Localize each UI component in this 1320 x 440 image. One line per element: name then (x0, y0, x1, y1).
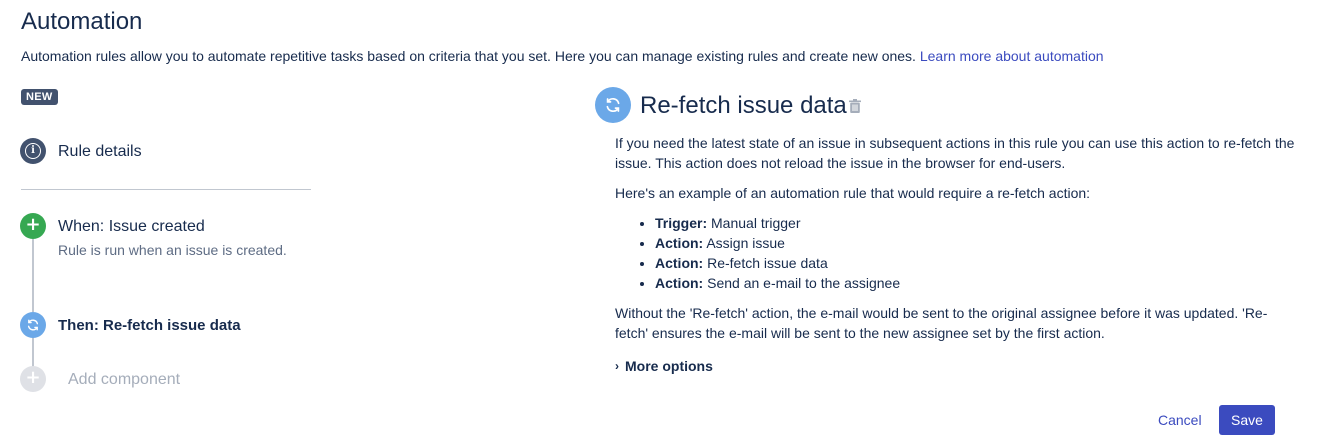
detail-description: If you need the latest state of an issue… (615, 133, 1295, 353)
list-item: Trigger: Manual trigger (655, 213, 1295, 233)
step-connector (32, 239, 34, 312)
detail-title: Re-fetch issue data (640, 92, 847, 119)
save-button[interactable]: Save (1219, 405, 1275, 435)
cancel-button[interactable]: Cancel (1148, 405, 1212, 435)
description-paragraph: If you need the latest state of an issue… (615, 135, 1295, 171)
list-item: Action: Assign issue (655, 233, 1295, 253)
trash-icon[interactable] (849, 99, 861, 113)
rule-details-step[interactable]: Rule details (58, 143, 142, 161)
description-paragraph: Here's an example of an automation rule … (615, 185, 1091, 201)
list-item: Action: Re-fetch issue data (655, 253, 1295, 273)
chevron-right-icon: › (615, 359, 619, 373)
learn-more-link[interactable]: Learn more about automation (920, 48, 1104, 64)
refresh-icon[interactable] (20, 312, 46, 338)
more-options-toggle[interactable]: › More options (615, 358, 713, 374)
description-paragraph: Without the 'Re-fetch' action, the e-mai… (615, 305, 1268, 341)
intro-text: Automation rules allow you to automate r… (21, 48, 1104, 64)
list-item: Action: Send an e-mail to the assignee (655, 273, 1295, 293)
info-icon[interactable]: i (20, 138, 46, 164)
intro-description: Automation rules allow you to automate r… (21, 48, 920, 64)
when-step-label[interactable]: When: Issue created (58, 218, 205, 236)
add-component-button[interactable]: Add component (68, 371, 180, 389)
refresh-icon (595, 87, 631, 123)
divider (21, 189, 311, 190)
more-options-label: More options (625, 358, 713, 374)
plus-icon[interactable]: + (20, 366, 46, 392)
plus-icon[interactable]: + (20, 213, 46, 239)
example-list: Trigger: Manual trigger Action: Assign i… (655, 213, 1295, 293)
new-badge: NEW (21, 89, 58, 105)
when-step-description: Rule is run when an issue is created. (58, 242, 287, 258)
then-step-label[interactable]: Then: Re-fetch issue data (58, 317, 241, 334)
step-connector (32, 337, 34, 367)
page-title: Automation (21, 8, 143, 35)
